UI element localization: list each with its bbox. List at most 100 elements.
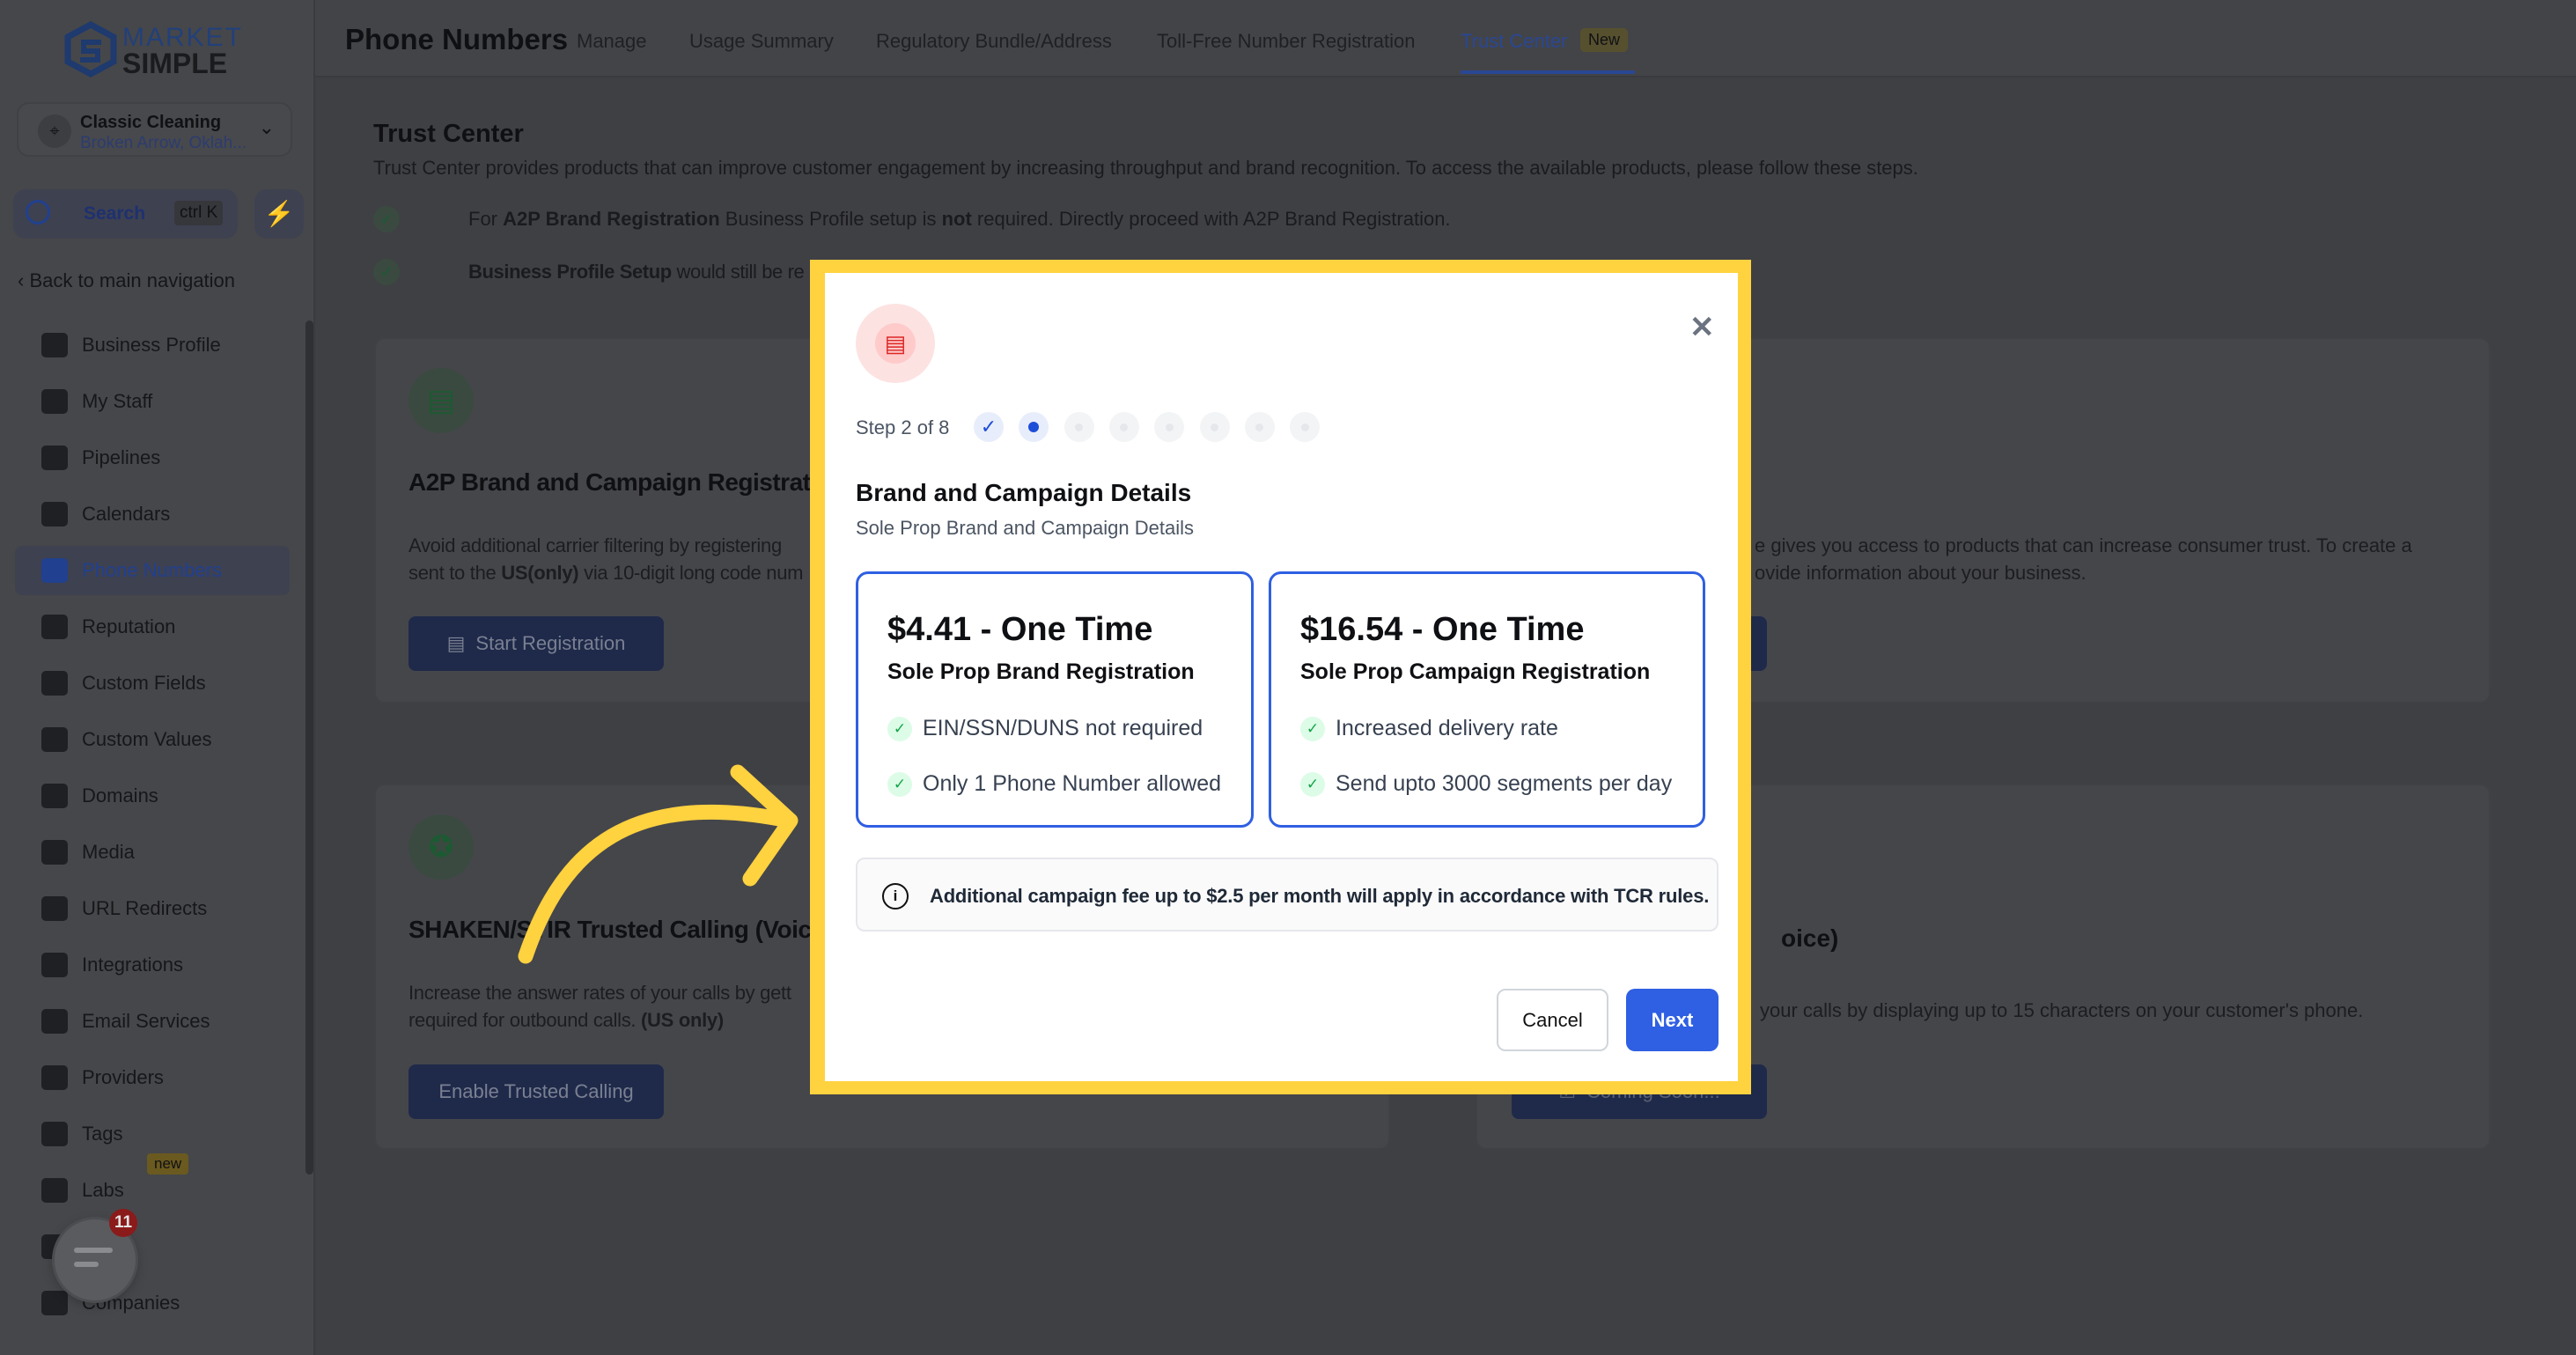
nav-icon	[41, 953, 68, 977]
document-icon: ▤	[408, 368, 474, 433]
sidebar-item-label: Business Profile	[82, 334, 221, 356]
new-badge: New	[1580, 28, 1629, 52]
sidebar-item-integrations[interactable]: Integrations	[15, 940, 290, 990]
sidebar-item-business-profile[interactable]: Business Profile	[15, 320, 290, 370]
option-feature: ✓ Send upto 3000 segments per day	[1300, 771, 1672, 797]
quick-actions-bolt-icon[interactable]: ⚡	[254, 189, 304, 239]
document-icon: ▤	[446, 632, 466, 654]
nav-icon	[41, 1178, 68, 1203]
back-label: Back to main navigation	[29, 269, 236, 291]
sidebar-item-label: Integrations	[82, 954, 183, 976]
nav-icon	[41, 446, 68, 470]
option-name: Sole Prop Brand Registration	[887, 659, 1195, 684]
top-header: Phone Numbers Manage Usage Summary Regul…	[315, 0, 2576, 77]
sidebar-item-label: Tags	[82, 1123, 123, 1145]
sidebar-item-labs[interactable]: Labs new	[15, 1153, 290, 1215]
nav-icon	[41, 558, 68, 583]
sidebar-item-companies[interactable]: Companies	[15, 1278, 290, 1328]
sidebar-item-label: Phone Numbers	[82, 559, 222, 581]
next-button[interactable]: Next	[1626, 989, 1719, 1051]
sidebar-item-providers[interactable]: Providers	[15, 1053, 290, 1102]
tab-trust-center[interactable]: Trust Center	[1461, 30, 1567, 53]
nav-icon	[41, 615, 68, 639]
tab-manage[interactable]: Manage	[577, 30, 647, 53]
cancel-button[interactable]: Cancel	[1497, 989, 1608, 1051]
fee-info-banner: i Additional campaign fee up to $2.5 per…	[856, 858, 1719, 932]
section-description: Trust Center provides products that can …	[373, 157, 1918, 179]
step-indicator-label: Step 2 of 8	[856, 416, 950, 438]
check-icon: ✓	[1300, 716, 1325, 741]
sidebar-item-reputation[interactable]: Reputation	[15, 602, 290, 652]
chevron-down-icon: ⌄	[258, 116, 275, 138]
location-pin-icon: ⌖	[38, 114, 71, 148]
info-icon: i	[882, 883, 909, 909]
fee-info-text: Additional campaign fee up to $2.5 per m…	[930, 885, 1710, 907]
step-dot	[1290, 412, 1321, 442]
option-feature: ✓ Only 1 Phone Number allowed	[887, 771, 1221, 797]
step-a2p-note: For A2P Brand Registration Business Prof…	[468, 208, 1451, 230]
check-icon: ✓	[373, 206, 400, 232]
brand-registration-option[interactable]: $4.41 - One Time Sole Prop Brand Registr…	[856, 571, 1254, 828]
market-simple-logo[interactable]: MARKET SIMPLE	[63, 21, 256, 79]
active-tab-indicator	[1461, 70, 1635, 74]
page-title: Phone Numbers	[345, 23, 569, 55]
back-to-main-nav[interactable]: ‹ Back to main navigation	[18, 269, 235, 292]
search-button[interactable]: Search ctrl K	[13, 189, 238, 239]
option-feature: ✓ EIN/SSN/DUNS not required	[887, 716, 1203, 741]
start-registration-button[interactable]: ▤ Start Registration	[408, 616, 664, 671]
step-complete-check-icon: ✓	[974, 412, 1004, 442]
search-label: Search	[84, 203, 146, 224]
sidebar-item-url-redirects[interactable]: URL Redirects	[15, 884, 290, 933]
enable-trusted-calling-button[interactable]: Enable Trusted Calling	[408, 1064, 664, 1119]
sidebar-scrollbar[interactable]	[305, 320, 313, 1175]
sidebar-item-label: URL Redirects	[82, 897, 208, 919]
nav-icon	[41, 1291, 68, 1315]
card-description: e gives you access to products that can …	[1755, 534, 2412, 584]
sidebar-item-media[interactable]: Media	[15, 828, 290, 877]
card-title: A2P Brand and Campaign Registrati	[408, 468, 817, 496]
sidebar-item-calendars[interactable]: Calendars	[15, 490, 290, 539]
step-dot	[1199, 412, 1230, 442]
sidebar-item-pipelines[interactable]: Pipelines	[15, 433, 290, 482]
sidebar-item-tags[interactable]: Tags	[15, 1109, 290, 1159]
nav-icon	[41, 333, 68, 357]
chat-widget-button[interactable]: 11	[55, 1209, 137, 1300]
tab-toll-free-registration[interactable]: Toll-Free Number Registration	[1157, 30, 1415, 53]
modal-heading: Brand and Campaign Details	[856, 479, 1192, 506]
tab-regulatory-bundle[interactable]: Regulatory Bundle/Address	[876, 30, 1112, 53]
nav-icon	[41, 1065, 68, 1090]
option-price: $4.41 - One Time	[887, 611, 1153, 648]
card-description: Increase the answer rates of your calls …	[408, 982, 791, 1031]
nav-icon	[41, 671, 68, 696]
campaign-registration-option[interactable]: $16.54 - One Time Sole Prop Campaign Reg…	[1269, 571, 1705, 828]
nav-icon	[41, 1122, 68, 1146]
nav-icon	[41, 784, 68, 808]
nav-icon	[41, 840, 68, 865]
check-icon: ✓	[887, 771, 912, 797]
card-description: Avoid additional carrier filtering by re…	[408, 534, 804, 584]
close-icon[interactable]: ✕	[1689, 310, 1715, 345]
sidebar-item-domains[interactable]: Domains	[15, 771, 290, 821]
sidebar-item-custom-fields[interactable]: Custom Fields	[15, 659, 290, 708]
sidebar-item-label: Custom Values	[82, 728, 212, 750]
step-dot	[1019, 412, 1049, 442]
step-dot	[1154, 412, 1185, 442]
step-dot	[1244, 412, 1275, 442]
sidebar-item-my-staff[interactable]: My Staff	[15, 377, 290, 426]
search-shortcut: ctrl K	[174, 201, 224, 225]
step-dot	[1108, 412, 1139, 442]
check-icon: ✓	[373, 259, 400, 285]
logo-text: SIMPLE	[122, 48, 228, 79]
sidebar-item-phone-numbers[interactable]: Phone Numbers	[15, 546, 290, 595]
tab-usage-summary[interactable]: Usage Summary	[689, 30, 834, 53]
chat-unread-badge: 11	[109, 1209, 137, 1237]
location-switcher[interactable]: ⌖ Classic Cleaning Broken Arrow, Oklah..…	[17, 102, 292, 157]
sidebar-item-custom-values[interactable]: Custom Values	[15, 715, 290, 764]
sidebar: MARKET SIMPLE ⌖ Classic Cleaning Broken …	[0, 0, 315, 1355]
sidebar-item-label: Labs	[82, 1179, 124, 1201]
registration-modal: ▤ ✕ Step 2 of 8 ✓ Brand and Campaign Det…	[825, 273, 1738, 1081]
location-name: Classic Cleaning	[80, 113, 222, 132]
check-icon: ✓	[887, 716, 912, 741]
step-business-profile-note: Business Profile Setup would still be re	[468, 261, 805, 283]
sidebar-item-email-services[interactable]: Email Services	[15, 997, 290, 1046]
